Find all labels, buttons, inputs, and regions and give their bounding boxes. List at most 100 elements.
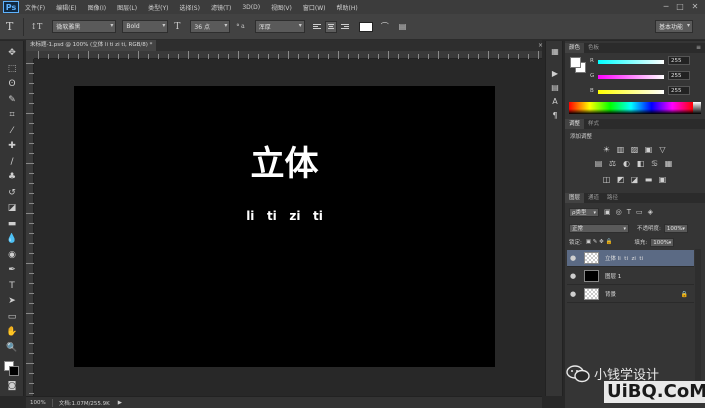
- layer-name[interactable]: 图层 1: [605, 272, 621, 280]
- adjustment-icon[interactable]: ◪: [629, 175, 640, 185]
- filter-type-icon[interactable]: T: [627, 208, 631, 216]
- bw-ramp[interactable]: [693, 102, 701, 114]
- type-icon[interactable]: T: [4, 280, 20, 292]
- menu-3d[interactable]: 3D(D): [242, 4, 260, 11]
- adjustment-icon[interactable]: ◩: [615, 175, 626, 185]
- background-color-swatch[interactable]: [9, 366, 19, 376]
- layer-row[interactable]: ● 立体 li ti zi ti: [567, 250, 694, 267]
- layer-name[interactable]: 背景: [605, 290, 616, 298]
- menu-filter[interactable]: 滤镜(T): [211, 3, 231, 12]
- menu-file[interactable]: 文件(F): [25, 3, 45, 12]
- hand-icon[interactable]: ✋: [4, 326, 20, 338]
- filter-pixel-icon[interactable]: ▣: [604, 208, 611, 216]
- menu-window[interactable]: 窗口(W): [303, 3, 326, 12]
- history-brush-icon[interactable]: ↺: [4, 187, 20, 199]
- font-size-select[interactable]: 36 点: [190, 20, 231, 33]
- shape-icon[interactable]: ▭: [4, 311, 20, 323]
- align-left-button[interactable]: [311, 21, 323, 33]
- path-select-icon[interactable]: ➤: [4, 295, 20, 307]
- stamp-icon[interactable]: ♣: [4, 171, 20, 183]
- blur-icon[interactable]: 💧: [4, 233, 20, 245]
- dodge-icon[interactable]: ◉: [4, 249, 20, 261]
- font-family-select[interactable]: 微软雅黑: [52, 20, 117, 33]
- adjustment-icon[interactable]: ▬: [643, 175, 654, 185]
- move-icon[interactable]: ✥: [4, 47, 20, 59]
- adjustment-icon[interactable]: ▦: [663, 159, 674, 169]
- filter-smart-icon[interactable]: ◈: [648, 208, 653, 216]
- color-foreground-swatch[interactable]: [570, 57, 581, 68]
- adjustment-icon[interactable]: ▽: [657, 145, 668, 155]
- history-panel-icon[interactable]: ▦: [550, 47, 560, 57]
- maximize-button[interactable]: □: [674, 1, 686, 12]
- brush-icon[interactable]: /: [4, 156, 20, 168]
- pen-icon[interactable]: ✒: [4, 264, 20, 276]
- align-center-button[interactable]: [324, 20, 337, 33]
- channel-r-value[interactable]: 255: [668, 56, 690, 65]
- channel-r-slider[interactable]: [598, 60, 664, 64]
- adjustment-icon[interactable]: ▥: [615, 145, 626, 155]
- warp-text-icon[interactable]: ⌒: [381, 21, 389, 32]
- tab-color[interactable]: 颜色: [565, 43, 585, 53]
- visibility-eye-icon[interactable]: ●: [567, 290, 579, 298]
- zoom-level[interactable]: 100%: [30, 400, 46, 406]
- tab-adjustments[interactable]: 调整: [565, 119, 585, 129]
- channel-b-value[interactable]: 255: [668, 86, 690, 95]
- menu-image[interactable]: 图像(I): [88, 3, 106, 12]
- panel-menu-icon[interactable]: ≡: [696, 44, 701, 51]
- type-tool-icon[interactable]: T: [6, 20, 13, 33]
- minimize-button[interactable]: ─: [660, 1, 672, 12]
- actions-panel-icon[interactable]: ▶: [550, 69, 560, 79]
- menu-layer[interactable]: 图层(L): [117, 3, 137, 12]
- quick-mask-icon[interactable]: ◙: [4, 380, 20, 392]
- adjustment-icon[interactable]: ◧: [635, 159, 646, 169]
- menu-view[interactable]: 视图(V): [271, 3, 292, 12]
- tab-channels[interactable]: 通道: [584, 193, 603, 203]
- channel-g-value[interactable]: 255: [668, 71, 690, 80]
- antialias-select[interactable]: 浑厚: [254, 20, 305, 33]
- character-panel-icon[interactable]: ▤: [399, 22, 407, 31]
- layer-row[interactable]: ● 图层 1: [567, 268, 694, 285]
- title-text-layer[interactable]: 立体: [74, 136, 495, 185]
- filter-adjust-icon[interactable]: ◎: [616, 208, 622, 216]
- opacity-input[interactable]: 100%: [663, 223, 688, 233]
- character-panel-icon[interactable]: A: [550, 97, 560, 107]
- blend-mode-select[interactable]: 正常: [569, 223, 629, 233]
- layer-kind-select[interactable]: ρ类型: [569, 207, 599, 217]
- filter-shape-icon[interactable]: ▭: [636, 208, 643, 216]
- crop-icon[interactable]: ⌗: [4, 109, 20, 121]
- close-doc-icon[interactable]: ×: [538, 42, 543, 49]
- menu-select[interactable]: 选择(S): [179, 3, 200, 12]
- font-style-select[interactable]: Bold: [122, 20, 169, 33]
- tab-layers[interactable]: 图层: [565, 193, 585, 203]
- adjustment-icon[interactable]: ▤: [593, 159, 604, 169]
- close-window-button[interactable]: ✕: [689, 1, 701, 12]
- lasso-icon[interactable]: ʘ: [4, 78, 20, 90]
- pinyin-text-layer[interactable]: li ti zi ti: [74, 209, 495, 223]
- gradient-icon[interactable]: ▬: [4, 218, 20, 230]
- eyedropper-icon[interactable]: ⁄: [4, 125, 20, 137]
- layer-name[interactable]: 立体 li ti zi ti: [605, 254, 643, 262]
- menu-edit[interactable]: 编辑(E): [56, 3, 76, 12]
- adjustment-icon[interactable]: ◐: [621, 159, 632, 169]
- zoom-icon[interactable]: 🔍: [4, 342, 20, 354]
- adjustment-icon[interactable]: ♋: [649, 159, 660, 169]
- color-spectrum-bar[interactable]: [569, 102, 693, 114]
- fill-input[interactable]: 100%: [650, 237, 675, 247]
- visibility-eye-icon[interactable]: ●: [567, 272, 579, 280]
- quick-select-icon[interactable]: ✎: [4, 94, 20, 106]
- status-menu-arrow-icon[interactable]: ▶: [118, 400, 122, 406]
- adjustment-icon[interactable]: ▣: [657, 175, 668, 185]
- menu-help[interactable]: 帮助(H): [337, 3, 358, 12]
- menu-type[interactable]: 类型(Y): [148, 3, 168, 12]
- document-canvas[interactable]: 立体 li ti zi ti: [74, 86, 495, 367]
- visibility-eye-icon[interactable]: ●: [567, 254, 579, 262]
- properties-panel-icon[interactable]: ▤: [550, 83, 560, 93]
- adjustment-icon[interactable]: ⚖: [607, 159, 618, 169]
- adjustment-icon[interactable]: ▣: [643, 145, 654, 155]
- text-orientation-icon[interactable]: ↕T: [30, 22, 42, 31]
- tab-swatches[interactable]: 色板: [584, 43, 603, 53]
- text-color-swatch[interactable]: [358, 21, 373, 32]
- workspace-select[interactable]: 基本功能: [655, 20, 693, 33]
- adjustment-icon[interactable]: ☀: [601, 145, 612, 155]
- eraser-icon[interactable]: ◪: [4, 202, 20, 214]
